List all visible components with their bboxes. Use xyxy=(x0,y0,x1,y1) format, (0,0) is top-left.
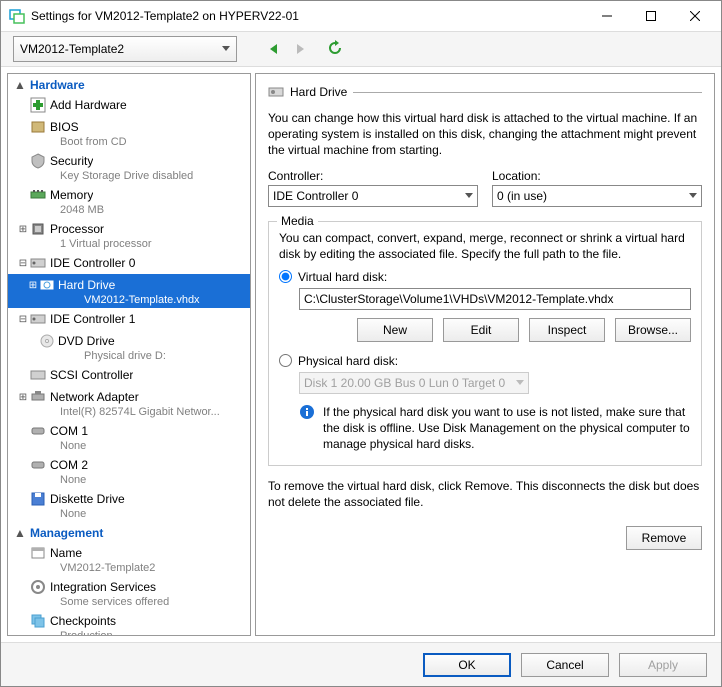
apply-button[interactable]: Apply xyxy=(619,653,707,677)
nav-forward-button[interactable] xyxy=(291,40,309,58)
tree-memory[interactable]: Memory 2048 MB xyxy=(8,184,250,218)
vm-selector-value: VM2012-Template2 xyxy=(20,42,124,56)
collapse-icon: ▲ xyxy=(14,526,26,540)
collapse-icon: ▲ xyxy=(14,78,26,92)
media-legend: Media xyxy=(277,214,318,228)
physical-info-text: If the physical hard disk you want to us… xyxy=(323,404,691,453)
tree-name[interactable]: Name VM2012-Template2 xyxy=(8,542,250,576)
section-management[interactable]: ▲ Management xyxy=(8,522,250,542)
hard-drive-icon xyxy=(40,278,54,292)
edit-button[interactable]: Edit xyxy=(443,318,519,342)
tree-ide1[interactable]: ⊟ IDE Controller 1 xyxy=(8,308,250,330)
tree-processor[interactable]: ⊞ Processor 1 Virtual processor xyxy=(8,218,250,252)
controller-label: Controller: xyxy=(268,169,478,183)
media-desc: You can compact, convert, expand, merge,… xyxy=(279,230,691,262)
chevron-down-icon xyxy=(222,46,230,52)
expander-icon[interactable]: ⊞ xyxy=(16,224,30,235)
location-select[interactable]: 0 (in use) xyxy=(492,185,702,207)
expander-icon[interactable]: ⊟ xyxy=(16,314,30,325)
location-label: Location: xyxy=(492,169,702,183)
cancel-button[interactable]: Cancel xyxy=(521,653,609,677)
physical-radio[interactable]: Physical hard disk: xyxy=(279,354,691,368)
diskette-icon xyxy=(30,491,46,507)
tree-com1[interactable]: COM 1 None xyxy=(8,420,250,454)
settings-tree[interactable]: ▲ Hardware Add Hardware BIOS Boot from C… xyxy=(7,73,251,636)
controller-icon xyxy=(30,255,46,271)
detail-header: Hard Drive xyxy=(290,85,347,99)
bios-icon xyxy=(30,119,46,135)
tree-integration[interactable]: Integration Services Some services offer… xyxy=(8,576,250,610)
com-icon xyxy=(30,457,46,473)
info-icon xyxy=(299,404,315,420)
security-icon xyxy=(30,153,46,169)
remove-desc: To remove the virtual hard disk, click R… xyxy=(268,478,702,510)
hard-drive-icon xyxy=(268,84,284,100)
tree-ide0[interactable]: ⊟ IDE Controller 0 xyxy=(8,252,250,274)
controller-select[interactable]: IDE Controller 0 xyxy=(268,185,478,207)
network-icon xyxy=(30,389,46,405)
remove-button[interactable]: Remove xyxy=(626,526,702,550)
checkpoints-icon xyxy=(30,613,46,629)
titlebar: Settings for VM2012-Template2 on HYPERV2… xyxy=(1,1,721,31)
processor-icon xyxy=(30,221,46,237)
tree-scsi[interactable]: SCSI Controller xyxy=(8,364,250,386)
chevron-down-icon xyxy=(465,193,473,199)
tree-hard-drive[interactable]: ⊞ Hard Drive VM2012-Template.vhdx xyxy=(8,274,250,308)
tree-add-hardware[interactable]: Add Hardware xyxy=(8,94,250,116)
expander-icon[interactable]: ⊟ xyxy=(16,258,30,269)
reload-button[interactable] xyxy=(327,40,345,58)
app-icon xyxy=(9,8,25,24)
maximize-button[interactable] xyxy=(629,2,673,30)
chevron-down-icon xyxy=(516,380,524,386)
ok-button[interactable]: OK xyxy=(423,653,511,677)
minimize-button[interactable] xyxy=(585,2,629,30)
dvd-icon xyxy=(40,334,54,348)
tree-com2[interactable]: COM 2 None xyxy=(8,454,250,488)
tree-dvd[interactable]: DVD Drive Physical drive D: xyxy=(8,330,250,364)
chevron-down-icon xyxy=(689,193,697,199)
vhd-path-input[interactable] xyxy=(299,288,691,310)
integration-icon xyxy=(30,579,46,595)
new-button[interactable]: New xyxy=(357,318,433,342)
tree-diskette[interactable]: Diskette Drive None xyxy=(8,488,250,522)
memory-icon xyxy=(30,187,46,203)
browse-button[interactable]: Browse... xyxy=(615,318,691,342)
section-hardware[interactable]: ▲ Hardware xyxy=(8,74,250,94)
vm-selector-dropdown[interactable]: VM2012-Template2 xyxy=(13,36,237,62)
com-icon xyxy=(30,423,46,439)
vhd-radio[interactable]: Virtual hard disk: xyxy=(279,270,691,284)
expander-icon[interactable]: ⊞ xyxy=(26,280,40,291)
add-hardware-icon xyxy=(30,97,46,113)
detail-pane: Hard Drive You can change how this virtu… xyxy=(255,73,715,636)
tree-security[interactable]: Security Key Storage Drive disabled xyxy=(8,150,250,184)
physical-disk-select: Disk 1 20.00 GB Bus 0 Lun 0 Target 0 xyxy=(299,372,529,394)
expander-icon[interactable]: ⊞ xyxy=(16,392,30,403)
close-button[interactable] xyxy=(673,2,717,30)
toolbar: VM2012-Template2 xyxy=(1,31,721,67)
tree-checkpoints[interactable]: Checkpoints Production xyxy=(8,610,250,636)
controller-icon xyxy=(30,367,46,383)
window-title: Settings for VM2012-Template2 on HYPERV2… xyxy=(31,9,585,23)
name-icon xyxy=(30,545,46,561)
detail-intro: You can change how this virtual hard dis… xyxy=(268,110,702,159)
tree-network[interactable]: ⊞ Network Adapter Intel(R) 82574L Gigabi… xyxy=(8,386,250,420)
nav-back-button[interactable] xyxy=(265,40,283,58)
inspect-button[interactable]: Inspect xyxy=(529,318,605,342)
tree-bios[interactable]: BIOS Boot from CD xyxy=(8,116,250,150)
controller-icon xyxy=(30,311,46,327)
media-group: Media You can compact, convert, expand, … xyxy=(268,221,702,466)
dialog-buttons: OK Cancel Apply xyxy=(1,642,721,686)
